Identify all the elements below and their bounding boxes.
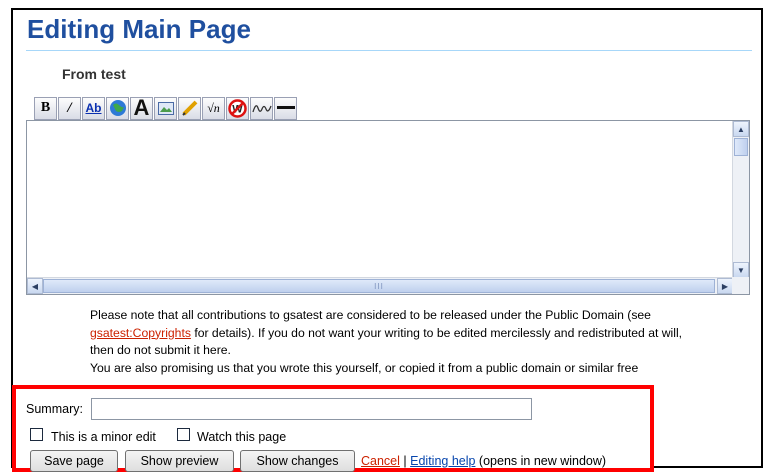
signature-button[interactable] — [250, 96, 273, 120]
embedded-image-icon — [157, 101, 174, 115]
copyrights-link[interactable]: gsatest:Copyrights — [90, 326, 191, 340]
notice-text: for details). If you do not want your wr… — [190, 325, 683, 340]
headline-button[interactable]: A — [130, 95, 153, 120]
links-separator: | — [399, 454, 411, 468]
external-link-button[interactable] — [106, 96, 129, 120]
editing-help-link[interactable]: Editing help — [410, 454, 475, 468]
scroll-down-arrow-icon[interactable]: ▼ — [733, 262, 749, 278]
italic-icon: / — [67, 99, 72, 116]
horizontal-line-button[interactable] — [274, 96, 297, 120]
notice-line: Please note that all contributions to gs… — [90, 308, 651, 322]
edit-toolbar: B / Ab A √n W — [34, 96, 298, 120]
save-page-button[interactable]: Save page — [30, 450, 118, 472]
page-title: Editing Main Page — [27, 14, 251, 44]
summary-input[interactable] — [91, 398, 532, 420]
internal-link-button[interactable]: Ab — [82, 96, 105, 120]
show-changes-button[interactable]: Show changes — [240, 450, 355, 472]
license-notice: Please note that all contributions to gs… — [90, 307, 750, 377]
help-note: (opens in new window) — [475, 454, 607, 468]
scroll-up-arrow-icon[interactable]: ▲ — [733, 121, 749, 137]
no-wiki-icon: W — [228, 98, 247, 118]
internal-link-icon: Ab — [85, 101, 102, 115]
scroll-grip-icon: III — [374, 281, 384, 291]
summary-label: Summary: — [26, 402, 83, 416]
math-formula-button[interactable]: √n — [202, 96, 225, 120]
scroll-right-arrow-icon[interactable]: ▶ — [717, 278, 733, 294]
form-links: Cancel | Editing help (opens in new wind… — [361, 454, 606, 468]
vertical-scroll-thumb[interactable] — [734, 138, 748, 156]
notice-line: gsatest:Copyrights for details). If you … — [90, 325, 750, 343]
notice-line: then do not submit it here. — [90, 343, 231, 357]
notice-line: You are also promising us that you wrote… — [90, 360, 639, 375]
scroll-left-arrow-icon[interactable]: ◀ — [27, 278, 43, 294]
horizontal-scrollbar[interactable]: ◀ III ▶ — [27, 277, 733, 294]
math-formula-icon: √n — [207, 100, 220, 115]
horizontal-line-icon — [276, 105, 295, 111]
cancel-link[interactable]: Cancel — [361, 454, 400, 468]
minor-edit-checkbox[interactable] — [30, 428, 43, 441]
watch-page-label: Watch this page — [197, 430, 287, 444]
signature-icon — [251, 100, 272, 116]
minor-edit-label: This is a minor edit — [51, 430, 156, 444]
media-link-button[interactable] — [178, 96, 201, 120]
page-subtitle: From test — [62, 66, 126, 82]
watch-page-checkbox[interactable] — [177, 428, 190, 441]
horizontal-scroll-thumb[interactable]: III — [43, 279, 715, 293]
external-link-icon — [109, 99, 127, 117]
bold-button[interactable]: B — [34, 96, 57, 120]
media-link-icon — [181, 99, 199, 117]
bold-icon: B — [40, 100, 51, 115]
no-wiki-button[interactable]: W — [226, 96, 249, 120]
edit-textarea[interactable]: ▲ ▼ ◀ III ▶ — [26, 120, 750, 295]
show-preview-button[interactable]: Show preview — [125, 450, 234, 472]
embedded-image-button[interactable] — [154, 96, 177, 120]
title-divider — [26, 50, 752, 51]
vertical-scrollbar[interactable]: ▲ ▼ — [732, 121, 749, 278]
headline-icon: A — [133, 95, 150, 120]
italic-button[interactable]: / — [58, 96, 81, 120]
scroll-corner — [732, 277, 749, 294]
